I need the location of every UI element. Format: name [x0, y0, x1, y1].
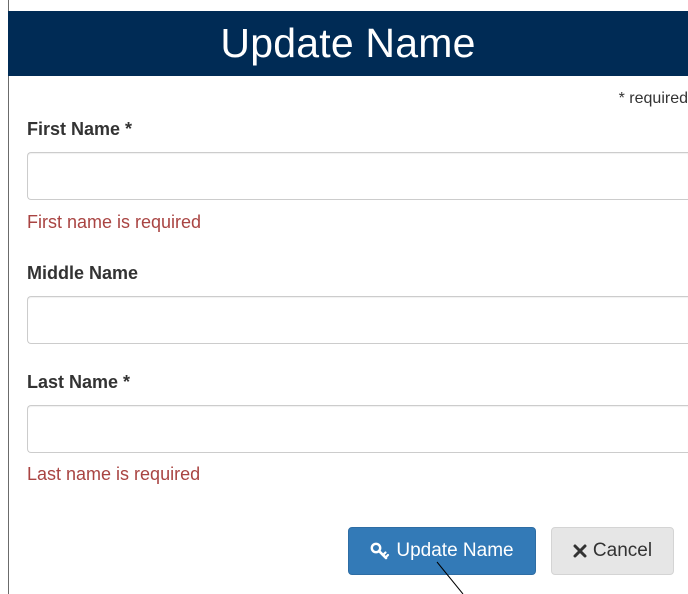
middle-name-input[interactable] [27, 296, 688, 344]
first-name-input[interactable] [27, 152, 688, 200]
last-name-label: Last Name * [27, 372, 131, 392]
first-name-error: First name is required [27, 212, 202, 232]
dialog-title: Update Name [220, 20, 476, 66]
middle-name-label: Middle Name [27, 263, 139, 283]
close-icon [573, 544, 587, 558]
required-note: * required [618, 90, 688, 107]
last-name-input[interactable] [27, 405, 688, 453]
cancel-label: Cancel [592, 540, 653, 561]
key-icon [370, 542, 390, 560]
dialog-header: Update Name [8, 11, 688, 76]
update-name-label: Update Name [396, 540, 514, 561]
update-name-button[interactable]: Update Name [348, 527, 536, 575]
cancel-button[interactable]: Cancel [551, 527, 674, 575]
last-name-error: Last name is required [27, 464, 201, 484]
first-name-label: First Name * [27, 119, 133, 139]
